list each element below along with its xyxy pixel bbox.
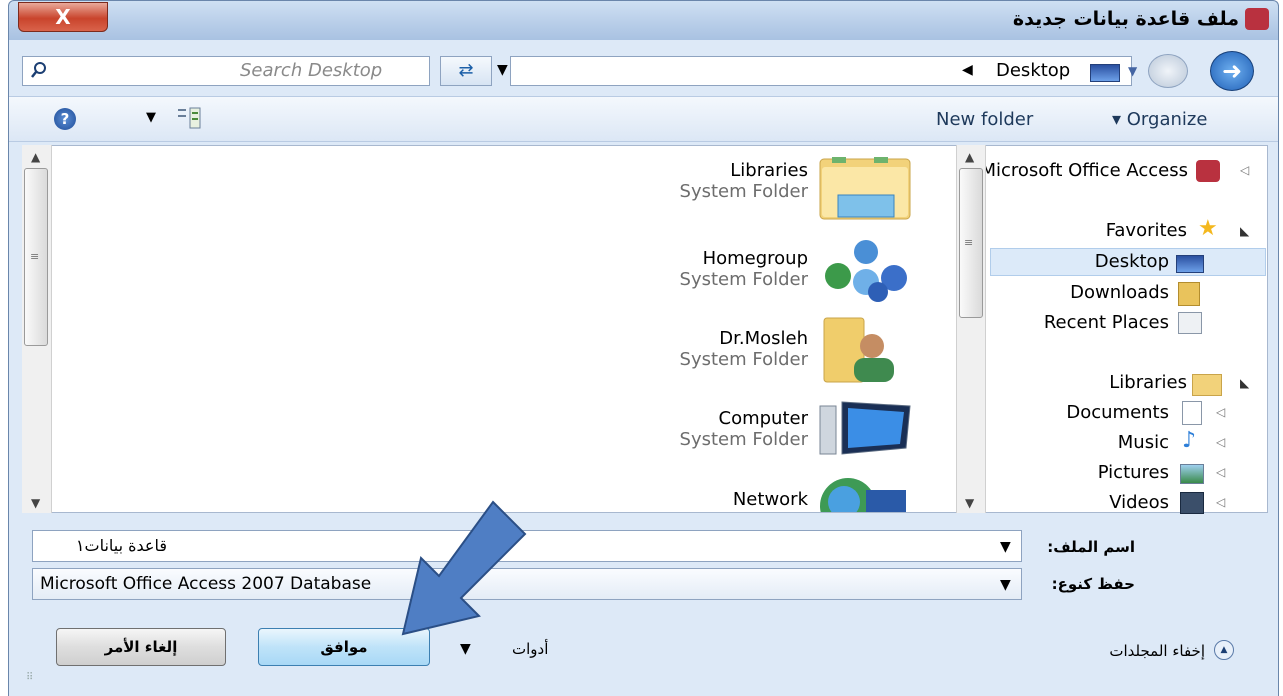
expand-arrow-icon[interactable]: ◁ bbox=[1240, 163, 1249, 177]
nav-item-label: Microsoft Office Access bbox=[986, 160, 1188, 181]
organize-label: Organize bbox=[1126, 109, 1208, 130]
scrollbar-grip: ≡ bbox=[30, 250, 40, 263]
desktop-icon bbox=[1090, 64, 1120, 82]
annotation-arrow-icon bbox=[401, 500, 527, 636]
item-name: Dr.Mosleh bbox=[719, 328, 808, 349]
forward-button[interactable]: ➜ bbox=[1210, 51, 1254, 91]
close-button[interactable]: X bbox=[18, 2, 108, 32]
change-view-icon[interactable] bbox=[176, 106, 202, 130]
resize-grip-icon[interactable]: ⠿ bbox=[26, 672, 33, 683]
user-folder-icon bbox=[823, 317, 894, 383]
nav-item-recent-places[interactable]: Recent Places bbox=[1044, 312, 1169, 333]
help-icon[interactable]: ? bbox=[54, 108, 76, 130]
expand-arrow-icon[interactable]: ◁ bbox=[1216, 465, 1225, 479]
address-history-dropdown[interactable]: ▼ bbox=[497, 62, 508, 78]
nav-item-documents[interactable]: Documents bbox=[1066, 402, 1169, 423]
network-icon bbox=[820, 478, 906, 512]
scroll-down-arrow[interactable]: ▼ bbox=[31, 496, 40, 510]
scrollbar-grip: ≡ bbox=[964, 236, 974, 249]
recent-places-icon bbox=[1178, 312, 1202, 334]
list-item[interactable]: Libraries System Folder bbox=[608, 160, 808, 202]
star-icon: ★ bbox=[1198, 216, 1218, 241]
desktop-icon bbox=[1176, 255, 1204, 273]
hide-folders-button[interactable]: إخفاء المجلدات bbox=[1109, 642, 1205, 660]
organize-button[interactable]: ▾ Organize bbox=[1112, 109, 1207, 130]
access-app-icon bbox=[1245, 8, 1269, 30]
list-item[interactable]: Homegroup System Folder bbox=[608, 248, 808, 290]
view-options-dropdown[interactable]: ▼ bbox=[146, 110, 156, 125]
expand-arrow-icon[interactable]: ◁ bbox=[1216, 495, 1225, 509]
nav-item-music[interactable]: Music bbox=[1118, 432, 1169, 453]
item-type: System Folder bbox=[679, 429, 808, 450]
item-type: System Folder bbox=[679, 349, 808, 370]
downloads-icon bbox=[1178, 282, 1200, 306]
tools-dropdown-arrow[interactable]: ▼ bbox=[460, 641, 471, 657]
item-type: System Folder bbox=[679, 181, 808, 202]
refresh-button[interactable]: ⇄ bbox=[440, 56, 492, 86]
scroll-up-arrow[interactable]: ▲ bbox=[31, 150, 40, 164]
videos-icon bbox=[1180, 492, 1204, 514]
filename-label: اسم الملف: bbox=[1047, 538, 1135, 556]
documents-icon bbox=[1182, 401, 1202, 425]
back-button[interactable] bbox=[1148, 54, 1188, 88]
expand-arrow-icon[interactable]: ◁ bbox=[1216, 435, 1225, 449]
breadcrumb-chevron-icon[interactable]: ◀ bbox=[962, 62, 973, 78]
breadcrumb-desktop[interactable]: Desktop bbox=[996, 60, 1070, 81]
collapse-arrow-icon[interactable]: ◣ bbox=[1240, 376, 1249, 390]
item-name: Network bbox=[732, 489, 808, 510]
recent-locations-dropdown[interactable]: ▼ bbox=[1128, 64, 1137, 78]
nav-item-access[interactable]: Microsoft Office Access bbox=[986, 160, 1188, 184]
homegroup-icon bbox=[825, 240, 907, 302]
list-item[interactable]: Computer System Folder bbox=[608, 408, 808, 450]
nav-item-favorites[interactable]: Favorites bbox=[1106, 220, 1187, 241]
cancel-button[interactable]: إلغاء الأمر bbox=[56, 628, 226, 666]
filename-dropdown-arrow[interactable]: ▼ bbox=[1000, 539, 1011, 555]
nav-item-videos[interactable]: Videos bbox=[1109, 492, 1169, 513]
list-item[interactable]: Network bbox=[608, 489, 808, 510]
window-title: ملف قاعدة بيانات جديدة bbox=[1012, 8, 1239, 30]
access-icon bbox=[1196, 160, 1220, 182]
search-placeholder: Search Desktop bbox=[240, 60, 383, 81]
collapse-arrow-icon[interactable]: ◣ bbox=[1240, 224, 1249, 238]
nav-scroll-down-arrow[interactable]: ▼ bbox=[965, 496, 974, 510]
item-name: Computer bbox=[718, 408, 808, 429]
music-icon: ♪ bbox=[1182, 428, 1197, 453]
pictures-icon bbox=[1180, 464, 1204, 484]
hide-folders-icon[interactable]: ▲ bbox=[1214, 640, 1234, 660]
filetype-label: حفظ كنوع: bbox=[1051, 575, 1135, 593]
item-name: Homegroup bbox=[702, 248, 808, 269]
nav-item-downloads[interactable]: Downloads bbox=[1070, 282, 1169, 303]
list-item[interactable]: Dr.Mosleh System Folder bbox=[608, 328, 808, 370]
filetype-dropdown-arrow[interactable]: ▼ bbox=[1000, 577, 1011, 593]
filetype-value: Microsoft Office Access 2007 Database bbox=[40, 574, 372, 594]
search-icon bbox=[31, 62, 46, 78]
libraries-folder-icon bbox=[819, 157, 911, 220]
libraries-icon bbox=[1192, 374, 1222, 396]
nav-scroll-up-arrow[interactable]: ▲ bbox=[965, 150, 974, 164]
tools-button[interactable]: أدوات bbox=[512, 640, 548, 658]
nav-item-pictures[interactable]: Pictures bbox=[1098, 462, 1169, 483]
new-folder-button[interactable]: New folder bbox=[936, 109, 1033, 130]
item-type: System Folder bbox=[679, 269, 808, 290]
filename-value[interactable]: قاعدة بيانات١ bbox=[76, 536, 167, 555]
nav-item-desktop[interactable]: Desktop bbox=[1095, 251, 1169, 272]
nav-item-libraries[interactable]: Libraries bbox=[1109, 372, 1187, 393]
computer-icon bbox=[819, 401, 911, 455]
expand-arrow-icon[interactable]: ◁ bbox=[1216, 405, 1225, 419]
item-name: Libraries bbox=[730, 160, 808, 181]
